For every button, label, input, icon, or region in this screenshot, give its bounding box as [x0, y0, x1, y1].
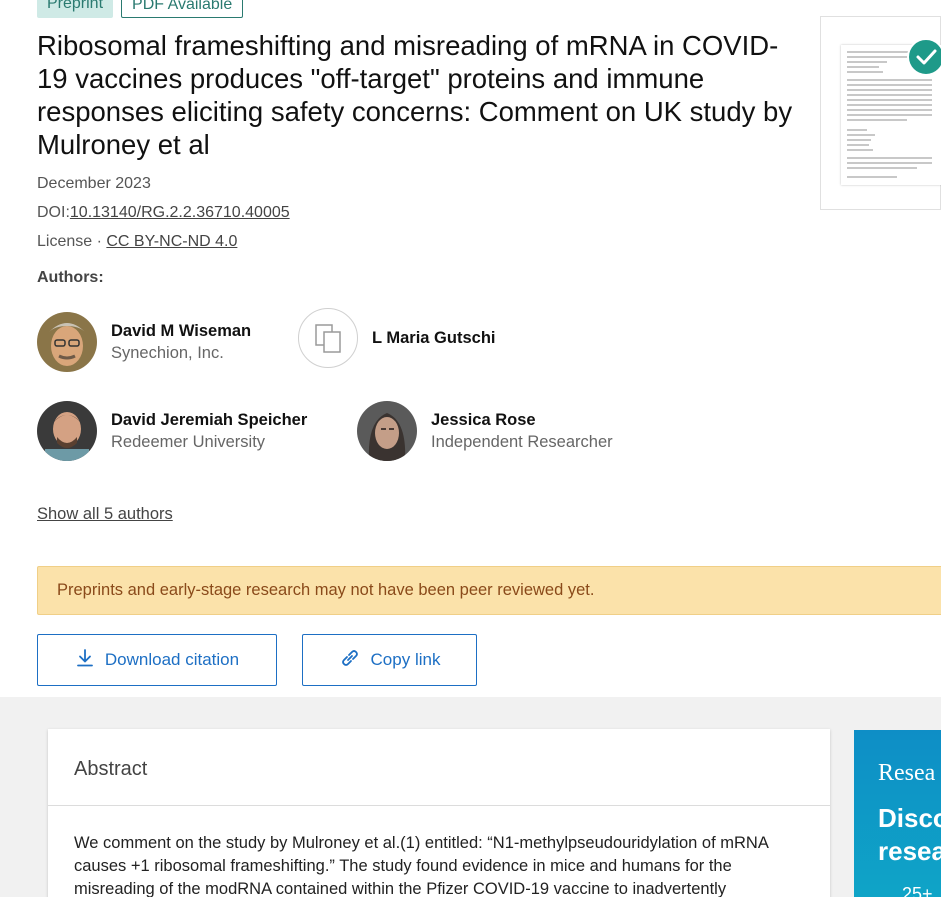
license-link[interactable]: CC BY-NC-ND 4.0: [106, 233, 237, 250]
download-citation-button[interactable]: Download citation: [37, 634, 277, 686]
page-title: Ribosomal frameshifting and misreading o…: [37, 30, 793, 160]
abstract-heading: Abstract: [74, 758, 148, 780]
authors-heading: Authors:: [37, 269, 104, 286]
promo-heading: Resea: [878, 760, 936, 786]
avatar: [37, 312, 97, 372]
download-citation-label: Download citation: [104, 650, 240, 669]
research-promo-banner[interactable]: Resea Disco resea 25+: [854, 730, 941, 897]
author-name[interactable]: Jessica Rose: [431, 409, 613, 431]
author-card[interactable]: David M Wiseman Synechion, Inc.: [37, 312, 251, 372]
license-row: License · CC BY-NC-ND 4.0: [37, 232, 237, 252]
placeholder-avatar-icon: [298, 308, 358, 368]
avatar: [357, 401, 417, 461]
author-name[interactable]: David Jeremiah Speicher: [111, 409, 307, 431]
pdf-available-badge: PDF Available: [121, 0, 244, 18]
promo-title-line: Disco: [878, 803, 941, 833]
author-affiliation: Independent Researcher: [431, 433, 613, 451]
abstract-card: Abstract We comment on the study by Mulr…: [48, 729, 830, 897]
checkmark-icon: [907, 38, 941, 76]
promo-title: Disco resea: [878, 802, 941, 868]
author-name[interactable]: L Maria Gutschi: [372, 327, 495, 349]
promo-title-line: resea: [878, 836, 941, 866]
author-card[interactable]: Jessica Rose Independent Researcher: [357, 401, 613, 461]
license-label: License ·: [37, 233, 107, 250]
divider: [48, 805, 830, 806]
abstract-text: We comment on the study by Mulroney et a…: [74, 834, 768, 897]
tag-row: Preprint PDF Available: [37, 0, 244, 18]
author-card[interactable]: L Maria Gutschi: [298, 308, 495, 368]
download-icon: [75, 648, 95, 673]
link-icon: [339, 648, 361, 673]
doi-row: DOI:10.13140/RG.2.2.36710.40005: [37, 203, 290, 223]
author-affiliation: Redeemer University: [111, 433, 266, 451]
avatar: [37, 401, 97, 461]
author-card[interactable]: David Jeremiah Speicher Redeemer Univers…: [37, 401, 307, 461]
author-name[interactable]: David M Wiseman: [111, 320, 251, 342]
promo-count: 25+: [902, 884, 933, 897]
copy-link-button[interactable]: Copy link: [302, 634, 477, 686]
copy-link-label: Copy link: [370, 650, 441, 669]
doi-label: DOI:: [37, 204, 70, 221]
author-affiliation: Synechion, Inc.: [111, 344, 224, 362]
preprint-notice: Preprints and early-stage research may n…: [37, 566, 941, 615]
doi-link[interactable]: 10.13140/RG.2.2.36710.40005: [70, 204, 290, 221]
show-all-authors-link[interactable]: Show all 5 authors: [37, 505, 173, 524]
preprint-badge: Preprint: [37, 0, 114, 18]
publication-date: December 2023: [37, 175, 151, 192]
